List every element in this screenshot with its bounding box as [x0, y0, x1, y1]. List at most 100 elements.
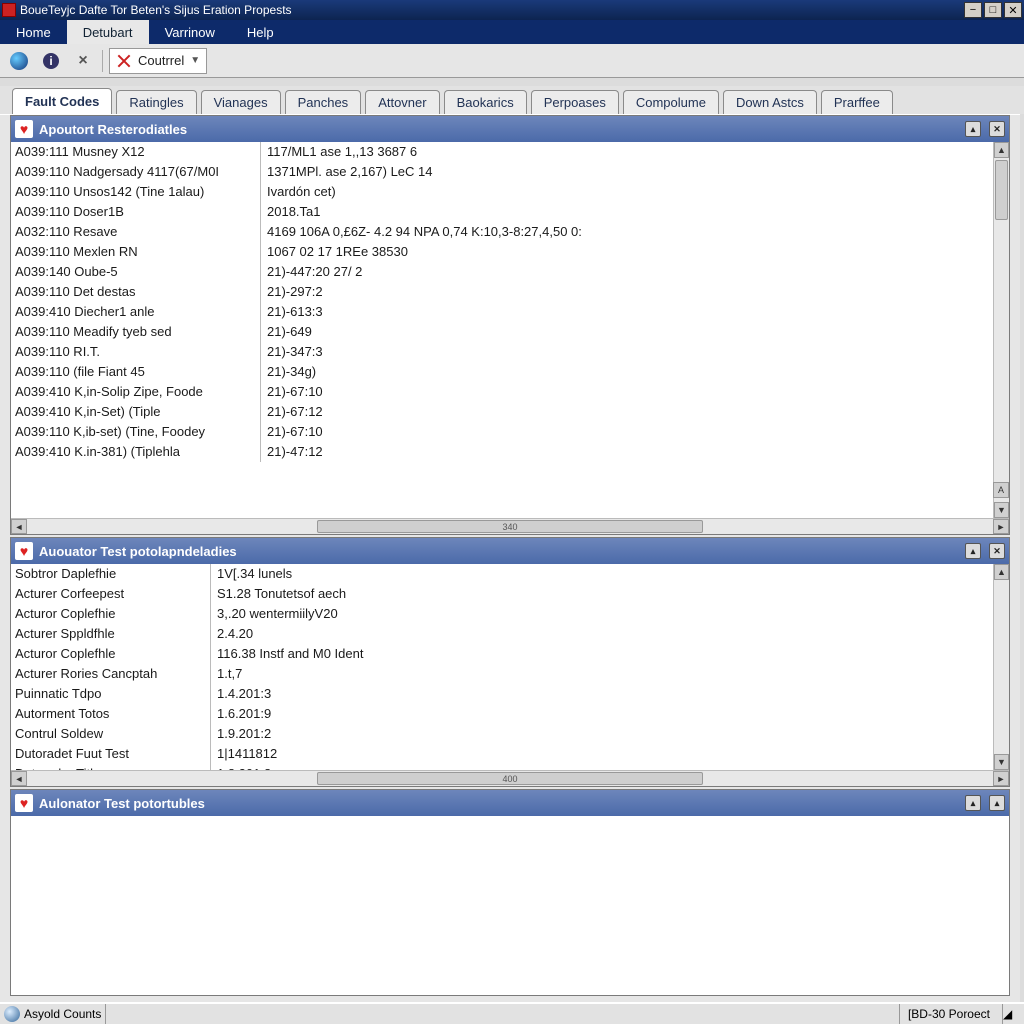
scroll-down-icon[interactable]: ▼ [994, 502, 1009, 518]
cell-value: 21)-67:10 [261, 382, 1009, 402]
tab-panches[interactable]: Panches [285, 90, 362, 114]
cell-code: Acturor Coplefhle [11, 644, 211, 664]
tab-prarffee[interactable]: Prarffee [821, 90, 893, 114]
scroll-up-icon[interactable]: ▲ [994, 564, 1009, 580]
table-row[interactable]: A039:110 (file Fiant 4521)-34g) [11, 362, 1009, 382]
panel-header-1: ♥ Apoutort Resterodiatles ▴ ✕ [11, 116, 1009, 142]
tab-baokarics[interactable]: Baokarics [444, 90, 527, 114]
chevron-down-icon: ▼ [190, 55, 200, 66]
cell-code: A039:110 Det destas [11, 282, 261, 302]
table-row[interactable]: A039:110 Nadgersady 4117(67/M0I1371MPl. … [11, 162, 1009, 182]
panel-title-2: Auouator Test potolapndeladies [39, 544, 237, 559]
close-button[interactable]: ✕ [1004, 2, 1022, 18]
panel1-close-button[interactable]: ✕ [989, 121, 1005, 137]
scroll-right-icon[interactable]: ► [993, 771, 1009, 786]
status-right-text: [BD-30 Poroect [908, 1007, 990, 1021]
table-row[interactable]: Autorment Totos1.6.201:9 [11, 704, 1009, 724]
menu-help[interactable]: Help [231, 20, 290, 44]
table-row[interactable]: A039:110 Meadify tyeb sed21)-649 [11, 322, 1009, 342]
globe-button[interactable] [6, 48, 32, 74]
tab-perpoases[interactable]: Perpoases [531, 90, 619, 114]
table-row[interactable]: A039:110 Mexlen RN1067 02 17 1REe 38530 [11, 242, 1009, 262]
table-row[interactable]: A039:140 Oube-521)-447:20 27/ 2 [11, 262, 1009, 282]
cell-code: Acturer Corfeepest [11, 584, 211, 604]
table-row[interactable]: A039:111 Musney X12117/ML1 ase 1,,13 368… [11, 142, 1009, 162]
cell-value: 21)-297:2 [261, 282, 1009, 302]
panel3-collapse-button[interactable]: ▴ [965, 795, 981, 811]
panel1-collapse-button[interactable]: ▴ [965, 121, 981, 137]
table-row[interactable]: Acturer CorfeepestS1.28 Tonutetsof aech [11, 584, 1009, 604]
status-grip[interactable]: ◢ [1002, 1004, 1020, 1024]
globe-icon [10, 52, 28, 70]
table-row[interactable]: A039:110 RI.T.21)-347:3 [11, 342, 1009, 362]
tab-ratingles[interactable]: Ratingles [116, 90, 196, 114]
panel2-vscroll[interactable]: ▲ ▼ [993, 564, 1009, 770]
status-left-text: Asyold Counts [24, 1007, 101, 1021]
hscroll-thumb-2[interactable]: 400 [317, 772, 703, 785]
maximize-button[interactable]: □ [984, 2, 1002, 18]
cell-value: 21)-34g) [261, 362, 1009, 382]
minimize-button[interactable]: − [964, 2, 982, 18]
table-row[interactable]: A032:110 Resave4169 106A 0,£6Z- 4.2 94 N… [11, 222, 1009, 242]
table-row[interactable]: A039:410 K,in-Set) (Tiple21)-67:12 [11, 402, 1009, 422]
table-row[interactable]: Acturor Coplefhie3,.20 wentermiilyV20 [11, 604, 1009, 624]
tab-attovner[interactable]: Attovner [365, 90, 439, 114]
table-row[interactable]: A039:110 Doser1B2018.Ta1 [11, 202, 1009, 222]
panel2-collapse-button[interactable]: ▴ [965, 543, 981, 559]
table-row[interactable]: Acturer Sppldfhle2.4.20 [11, 624, 1009, 644]
panel1-side-tool[interactable]: A [993, 482, 1009, 498]
hscroll-thumb-1[interactable]: 340 [317, 520, 703, 533]
heart-icon: ♥ [15, 120, 33, 138]
window-titlebar: BoueTeyjc Dafte Tor Beten's Sijus Eratio… [0, 0, 1024, 20]
tab-vianages[interactable]: Vianages [201, 90, 281, 114]
tab-fault-codes[interactable]: Fault Codes [12, 88, 112, 114]
table-row[interactable]: Contrul Soldew1.9.201:2 [11, 724, 1009, 744]
cell-value: 21)-649 [261, 322, 1009, 342]
close-tab-button[interactable]: × [70, 48, 96, 74]
scroll-down-icon[interactable]: ▼ [994, 754, 1009, 770]
control-dropdown[interactable]: Coutrrel ▼ [109, 48, 207, 74]
table-row[interactable]: A039:110 Det destas21)-297:2 [11, 282, 1009, 302]
table-row[interactable]: Puinnatic Tdpo1.4.201:3 [11, 684, 1009, 704]
cell-value: 1|1411812 [211, 744, 1009, 764]
cell-value: 1371MPl. ase 2,167) LeC 14 [261, 162, 1009, 182]
content-area: ♥ Apoutort Resterodiatles ▴ ✕ A039:111 M… [0, 114, 1020, 1002]
table-row[interactable]: Dutoradet Fuut Test1|1411812 [11, 744, 1009, 764]
panel1-hscroll[interactable]: ◄ 340 ► [11, 518, 1009, 534]
table-row[interactable]: A039:410 Diecher1 anle21)-613:3 [11, 302, 1009, 322]
cell-code: A039:110 Mexlen RN [11, 242, 261, 262]
panel-title-1: Apoutort Resterodiatles [39, 122, 187, 137]
table-row[interactable]: A039:110 K,ib-set) (Tine, Foodey21)-67:1… [11, 422, 1009, 442]
app-icon [2, 3, 16, 17]
tab-compolume[interactable]: Compolume [623, 90, 719, 114]
table-row[interactable]: A039:110 Unsos142 (Tine 1alau)Ivardón ce… [11, 182, 1009, 202]
close-icon: × [78, 52, 87, 70]
scroll-left-icon[interactable]: ◄ [11, 519, 27, 534]
scroll-left-icon[interactable]: ◄ [11, 771, 27, 786]
panel1-vscroll[interactable]: ▲ ▼ [993, 142, 1009, 518]
cell-value: 1.6.201:9 [211, 704, 1009, 724]
heart-icon: ♥ [15, 542, 33, 560]
menubar: Home Detubart Varrinow Help [0, 20, 1024, 44]
menu-varrinow[interactable]: Varrinow [149, 20, 231, 44]
panel3-expand-button[interactable]: ▴ [989, 795, 1005, 811]
scroll-up-icon[interactable]: ▲ [994, 142, 1009, 158]
cell-code: A039:110 Nadgersady 4117(67/M0I [11, 162, 261, 182]
cell-value: 21)-47:12 [261, 442, 1009, 462]
table-row[interactable]: Sobtror Daplefhie1V[.34 lunels [11, 564, 1009, 584]
menu-home[interactable]: Home [0, 20, 67, 44]
menu-detubart[interactable]: Detubart [67, 20, 149, 44]
cell-value: 2018.Ta1 [261, 202, 1009, 222]
tab-down-astcs[interactable]: Down Astcs [723, 90, 817, 114]
panel2-hscroll[interactable]: ◄ 400 ► [11, 770, 1009, 786]
scroll-thumb[interactable] [995, 160, 1008, 220]
info-button[interactable]: i [38, 48, 64, 74]
table-row[interactable]: Acturor Coplefhle116.38 Instf and M0 Ide… [11, 644, 1009, 664]
table-row[interactable]: A039:410 K.in-381) (Tiplehla21)-47:12 [11, 442, 1009, 462]
cell-value: 1.4.201:3 [211, 684, 1009, 704]
table-row[interactable]: A039:410 K,in-Solip Zipe, Foode21)-67:10 [11, 382, 1009, 402]
panel2-close-button[interactable]: ✕ [989, 543, 1005, 559]
scroll-right-icon[interactable]: ► [993, 519, 1009, 534]
cell-code: A039:110 Meadify tyeb sed [11, 322, 261, 342]
table-row[interactable]: Acturer Rories Cancptah1.t,7 [11, 664, 1009, 684]
